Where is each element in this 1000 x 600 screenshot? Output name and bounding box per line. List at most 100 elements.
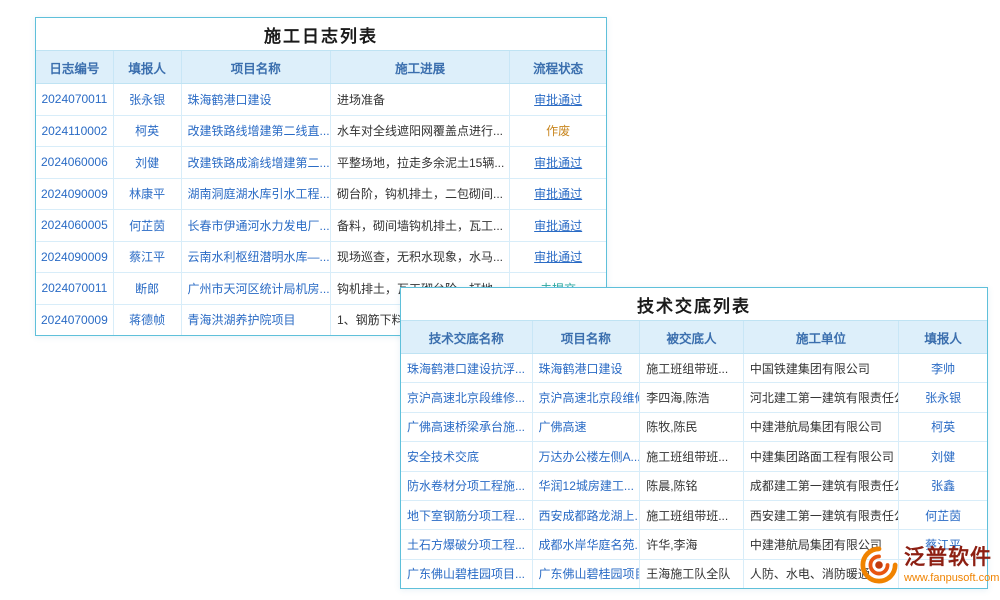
log-status-badge[interactable]: 审批通过	[510, 210, 606, 241]
disclosure-project-link[interactable]: 广东佛山碧桂园项目	[533, 560, 641, 588]
disclosure-receiver-cell: 李四海,陈浩	[640, 383, 744, 411]
log-id-cell: 2024090009	[36, 179, 114, 210]
log-header-id: 日志编号	[36, 51, 114, 83]
log-reporter-cell: 林康平	[114, 179, 182, 210]
log-project-link[interactable]: 青海洪湖养护院项目	[182, 305, 331, 336]
log-progress-cell: 平整场地，拉走多余泥土15辆...	[331, 147, 510, 178]
disclosure-reporter-cell: 刘健	[899, 442, 987, 470]
disclosure-project-link[interactable]: 珠海鹤港口建设	[533, 354, 641, 382]
log-id-cell: 2024090009	[36, 242, 114, 273]
disclosure-table-row[interactable]: 地下室钢筋分项工程... 西安成都路龙湖上... 施工班组带班... 西安建工第…	[401, 501, 987, 530]
technical-disclosure-panel: 技术交底列表 技术交底名称 项目名称 被交底人 施工单位 填报人 珠海鹤港口建设…	[400, 287, 988, 589]
log-progress-cell: 水车对全线遮阳网覆盖点进行...	[331, 116, 510, 147]
disclosure-unit-cell: 西安建工第一建筑有限责任公司	[744, 501, 899, 529]
disclosure-receiver-cell: 施工班组带班...	[640, 354, 744, 382]
fanpu-logo-text: 泛普软件 www.fanpusoft.com	[904, 546, 999, 583]
disclosure-project-link[interactable]: 京沪高速北京段维修	[533, 383, 641, 411]
disclosure-name-link[interactable]: 地下室钢筋分项工程...	[401, 501, 533, 529]
disclosure-table-row[interactable]: 京沪高速北京段维修... 京沪高速北京段维修 李四海,陈浩 河北建工第一建筑有限…	[401, 383, 987, 412]
log-progress-cell: 现场巡查，无积水现象，水马...	[331, 242, 510, 273]
log-project-link[interactable]: 珠海鹤港口建设	[182, 84, 331, 115]
disclosure-receiver-cell: 施工班组带班...	[640, 501, 744, 529]
disclosure-project-link[interactable]: 西安成都路龙湖上...	[533, 501, 641, 529]
disclosure-reporter-cell: 何芷茵	[899, 501, 987, 529]
disclosure-name-link[interactable]: 广佛高速桥梁承台施...	[401, 413, 533, 441]
disclosure-table-row[interactable]: 广佛高速桥梁承台施... 广佛高速 陈牧,陈民 中建港航局集团有限公司 柯英	[401, 413, 987, 442]
disclosure-name-link[interactable]: 安全技术交底	[401, 442, 533, 470]
log-status-badge[interactable]: 审批通过	[510, 84, 606, 115]
disclosure-header-unit: 施工单位	[744, 321, 899, 353]
log-progress-cell: 砌台阶，钩机排土，二包砌间...	[331, 179, 510, 210]
disclosure-project-link[interactable]: 万达办公楼左侧A...	[533, 442, 641, 470]
log-progress-cell: 进场准备	[331, 84, 510, 115]
log-reporter-cell: 刘健	[114, 147, 182, 178]
log-status-badge[interactable]: 作废	[510, 116, 606, 147]
disclosure-unit-cell: 中国铁建集团有限公司	[744, 354, 899, 382]
log-table-row[interactable]: 2024060006 刘健 改建铁路成渝线增建第二... 平整场地，拉走多余泥土…	[36, 147, 606, 179]
disclosure-unit-cell: 河北建工第一建筑有限责任公司	[744, 383, 899, 411]
log-reporter-cell: 蔡江平	[114, 242, 182, 273]
disclosure-name-link[interactable]: 土石方爆破分项工程...	[401, 530, 533, 558]
disclosure-unit-cell: 成都建工第一建筑有限责任公司	[744, 472, 899, 500]
log-header-reporter: 填报人	[114, 51, 182, 83]
disclosure-table-row[interactable]: 防水卷材分项工程施... 华润12城房建工... 陈晨,陈铭 成都建工第一建筑有…	[401, 472, 987, 501]
log-project-link[interactable]: 广州市天河区统计局机房...	[182, 273, 331, 304]
disclosure-project-link[interactable]: 广佛高速	[533, 413, 641, 441]
disclosure-name-link[interactable]: 京沪高速北京段维修...	[401, 383, 533, 411]
disclosure-header-project: 项目名称	[533, 321, 641, 353]
disclosure-receiver-cell: 许华,李海	[640, 530, 744, 558]
disclosure-reporter-cell: 张鑫	[899, 472, 987, 500]
log-table-row[interactable]: 2024110002 柯英 改建铁路线增建第二线直... 水车对全线遮阳网覆盖点…	[36, 116, 606, 148]
log-project-link[interactable]: 改建铁路成渝线增建第二...	[182, 147, 331, 178]
log-table-row[interactable]: 2024060005 何芷茵 长春市伊通河水力发电厂... 备料，砌间墙钩机排土…	[36, 210, 606, 242]
disclosure-header-reporter: 填报人	[899, 321, 987, 353]
disclosure-project-link[interactable]: 华润12城房建工...	[533, 472, 641, 500]
disclosure-table-header-row: 技术交底名称 项目名称 被交底人 施工单位 填报人	[401, 321, 987, 354]
log-id-cell: 2024060005	[36, 210, 114, 241]
log-table-row[interactable]: 2024070011 张永银 珠海鹤港口建设 进场准备 审批通过	[36, 84, 606, 116]
fanpu-logo-icon	[860, 546, 898, 584]
fanpu-logo-url[interactable]: www.fanpusoft.com	[904, 572, 999, 584]
log-table-row[interactable]: 2024090009 林康平 湖南洞庭湖水库引水工程... 砌台阶，钩机排土，二…	[36, 179, 606, 211]
log-reporter-cell: 何芷茵	[114, 210, 182, 241]
log-id-cell: 2024070011	[36, 273, 114, 304]
log-id-cell: 2024110002	[36, 116, 114, 147]
log-reporter-cell: 蒋德帧	[114, 305, 182, 336]
log-project-link[interactable]: 长春市伊通河水力发电厂...	[182, 210, 331, 241]
log-status-badge[interactable]: 审批通过	[510, 147, 606, 178]
log-id-cell: 2024070011	[36, 84, 114, 115]
log-table-row[interactable]: 2024090009 蔡江平 云南水利枢纽潜明水库—... 现场巡查，无积水现象…	[36, 242, 606, 274]
technical-disclosure-title: 技术交底列表	[401, 288, 987, 321]
disclosure-unit-cell: 中建港航局集团有限公司	[744, 413, 899, 441]
log-id-cell: 2024060006	[36, 147, 114, 178]
disclosure-name-link[interactable]: 珠海鹤港口建设抗浮...	[401, 354, 533, 382]
disclosure-name-link[interactable]: 广东佛山碧桂园项目...	[401, 560, 533, 588]
log-header-status: 流程状态	[510, 51, 606, 83]
disclosure-name-link[interactable]: 防水卷材分项工程施...	[401, 472, 533, 500]
log-reporter-cell: 张永银	[114, 84, 182, 115]
disclosure-reporter-cell: 李帅	[899, 354, 987, 382]
disclosure-receiver-cell: 陈晨,陈铭	[640, 472, 744, 500]
fanpu-logo-name: 泛普软件	[904, 546, 999, 569]
disclosure-header-receiver: 被交底人	[640, 321, 744, 353]
log-project-link[interactable]: 湖南洞庭湖水库引水工程...	[182, 179, 331, 210]
log-project-link[interactable]: 云南水利枢纽潜明水库—...	[182, 242, 331, 273]
log-id-cell: 2024070009	[36, 305, 114, 336]
log-header-progress: 施工进展	[331, 51, 510, 83]
disclosure-table-row[interactable]: 珠海鹤港口建设抗浮... 珠海鹤港口建设 施工班组带班... 中国铁建集团有限公…	[401, 354, 987, 383]
disclosure-receiver-cell: 王海施工队全队	[640, 560, 744, 588]
log-reporter-cell: 断郎	[114, 273, 182, 304]
disclosure-receiver-cell: 陈牧,陈民	[640, 413, 744, 441]
log-project-link[interactable]: 改建铁路线增建第二线直...	[182, 116, 331, 147]
fanpu-logo[interactable]: 泛普软件 www.fanpusoft.com	[860, 546, 999, 584]
disclosure-header-name: 技术交底名称	[401, 321, 533, 353]
log-table-header-row: 日志编号 填报人 项目名称 施工进展 流程状态	[36, 51, 606, 84]
disclosure-project-link[interactable]: 成都水岸华庭名苑...	[533, 530, 641, 558]
disclosure-receiver-cell: 施工班组带班...	[640, 442, 744, 470]
disclosure-reporter-cell: 柯英	[899, 413, 987, 441]
disclosure-table-row[interactable]: 安全技术交底 万达办公楼左侧A... 施工班组带班... 中建集团路面工程有限公…	[401, 442, 987, 471]
construction-log-title: 施工日志列表	[36, 18, 606, 51]
log-progress-cell: 备料，砌间墙钩机排土，瓦工...	[331, 210, 510, 241]
log-status-badge[interactable]: 审批通过	[510, 179, 606, 210]
log-status-badge[interactable]: 审批通过	[510, 242, 606, 273]
